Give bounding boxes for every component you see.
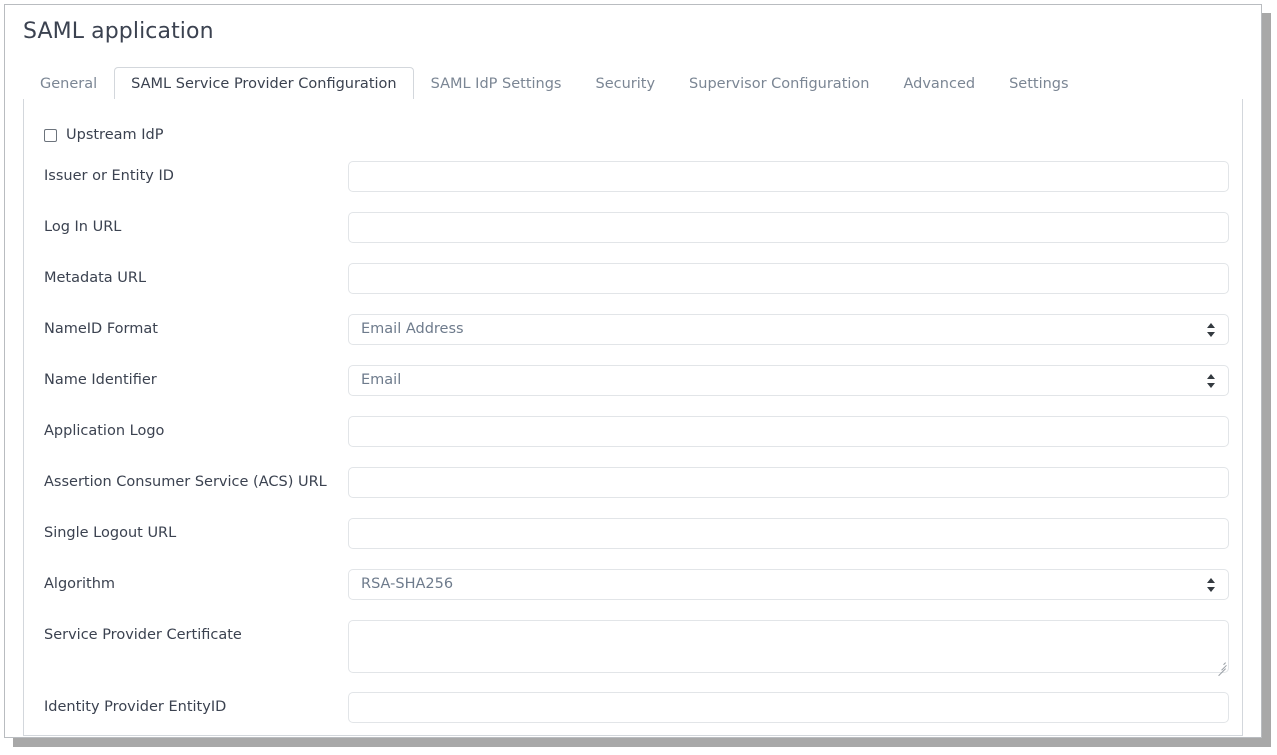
page-title: SAML application [23, 19, 214, 44]
window-content: SAML application General SAML Service Pro… [5, 5, 1261, 737]
field-label: NameID Format [44, 321, 158, 337]
issuer-or-entity-id-input[interactable] [348, 161, 1229, 192]
field-label: Assertion Consumer Service (ACS) URL [44, 474, 327, 490]
field-control [348, 518, 1229, 549]
field-control [348, 692, 1229, 723]
field-label: Log In URL [44, 219, 122, 235]
tab-security[interactable]: Security [579, 67, 673, 100]
tab-settings[interactable]: Settings [992, 67, 1085, 100]
field-control [348, 161, 1229, 192]
field-control: Email [348, 365, 1229, 396]
field-label: Identity Provider EntityID [44, 699, 227, 715]
algorithm-select[interactable]: RSA-SHA256 [348, 569, 1229, 600]
form-row: Service Provider Certificate [24, 620, 1242, 677]
identity-provider-entityid-input[interactable] [348, 692, 1229, 723]
metadata-url-input[interactable] [348, 263, 1229, 294]
nameid-format-select[interactable]: Email Address [348, 314, 1229, 345]
field-label: Name Identifier [44, 372, 157, 388]
application-logo-input[interactable] [348, 416, 1229, 447]
tab-saml-service-provider-configuration[interactable]: SAML Service Provider Configuration [114, 67, 414, 101]
application-window: SAML application General SAML Service Pro… [4, 4, 1262, 738]
field-label: Issuer or Entity ID [44, 168, 174, 184]
upstream-idp-label[interactable]: Upstream IdP [66, 127, 163, 143]
form-row: Assertion Consumer Service (ACS) URL [24, 467, 1242, 511]
tab-general[interactable]: General [23, 67, 114, 100]
form-row: Application Logo [24, 416, 1242, 460]
log-in-url-input[interactable] [348, 212, 1229, 243]
field-control: RSA-SHA256 [348, 569, 1229, 600]
field-control [348, 212, 1229, 243]
service-provider-certificate-textarea-wrapper [348, 620, 1229, 677]
form-row: Issuer or Entity ID [24, 161, 1242, 205]
assertion-consumer-service-acs-url-input[interactable] [348, 467, 1229, 498]
algorithm-select-wrapper: RSA-SHA256 [348, 569, 1229, 600]
form-row: Log In URL [24, 212, 1242, 256]
field-control: Email Address [348, 314, 1229, 345]
upstream-idp-row: Upstream IdP [44, 125, 163, 145]
tab-bar: General SAML Service Provider Configurati… [23, 67, 1243, 101]
tab-supervisor-configuration[interactable]: Supervisor Configuration [672, 67, 886, 100]
upstream-idp-checkbox[interactable] [44, 128, 57, 142]
field-label: Single Logout URL [44, 525, 177, 541]
form-row: Metadata URL [24, 263, 1242, 307]
tab-advanced[interactable]: Advanced [886, 67, 992, 100]
nameid-format-select-wrapper: Email Address [348, 314, 1229, 345]
name-identifier-select[interactable]: Email [348, 365, 1229, 396]
single-logout-url-input[interactable] [348, 518, 1229, 549]
form-row: Name Identifier Email [24, 365, 1242, 409]
form-row: NameID Format Email Address [24, 314, 1242, 358]
tab-content-panel: Upstream IdP Issuer or Entity ID Log In U… [23, 99, 1243, 736]
service-provider-certificate-textarea[interactable] [348, 620, 1229, 673]
field-label: Metadata URL [44, 270, 147, 286]
field-control [348, 263, 1229, 294]
form-row: Single Logout URL [24, 518, 1242, 562]
field-label: Application Logo [44, 423, 165, 439]
field-control [348, 620, 1229, 677]
tab-saml-idp-settings[interactable]: SAML IdP Settings [414, 67, 579, 100]
field-control [348, 467, 1229, 498]
field-label: Algorithm [44, 576, 116, 592]
field-label: Service Provider Certificate [44, 627, 242, 643]
name-identifier-select-wrapper: Email [348, 365, 1229, 396]
form-row: Algorithm RSA-SHA256 [24, 569, 1242, 613]
form-row: Identity Provider EntityID [24, 692, 1242, 735]
field-control [348, 416, 1229, 447]
